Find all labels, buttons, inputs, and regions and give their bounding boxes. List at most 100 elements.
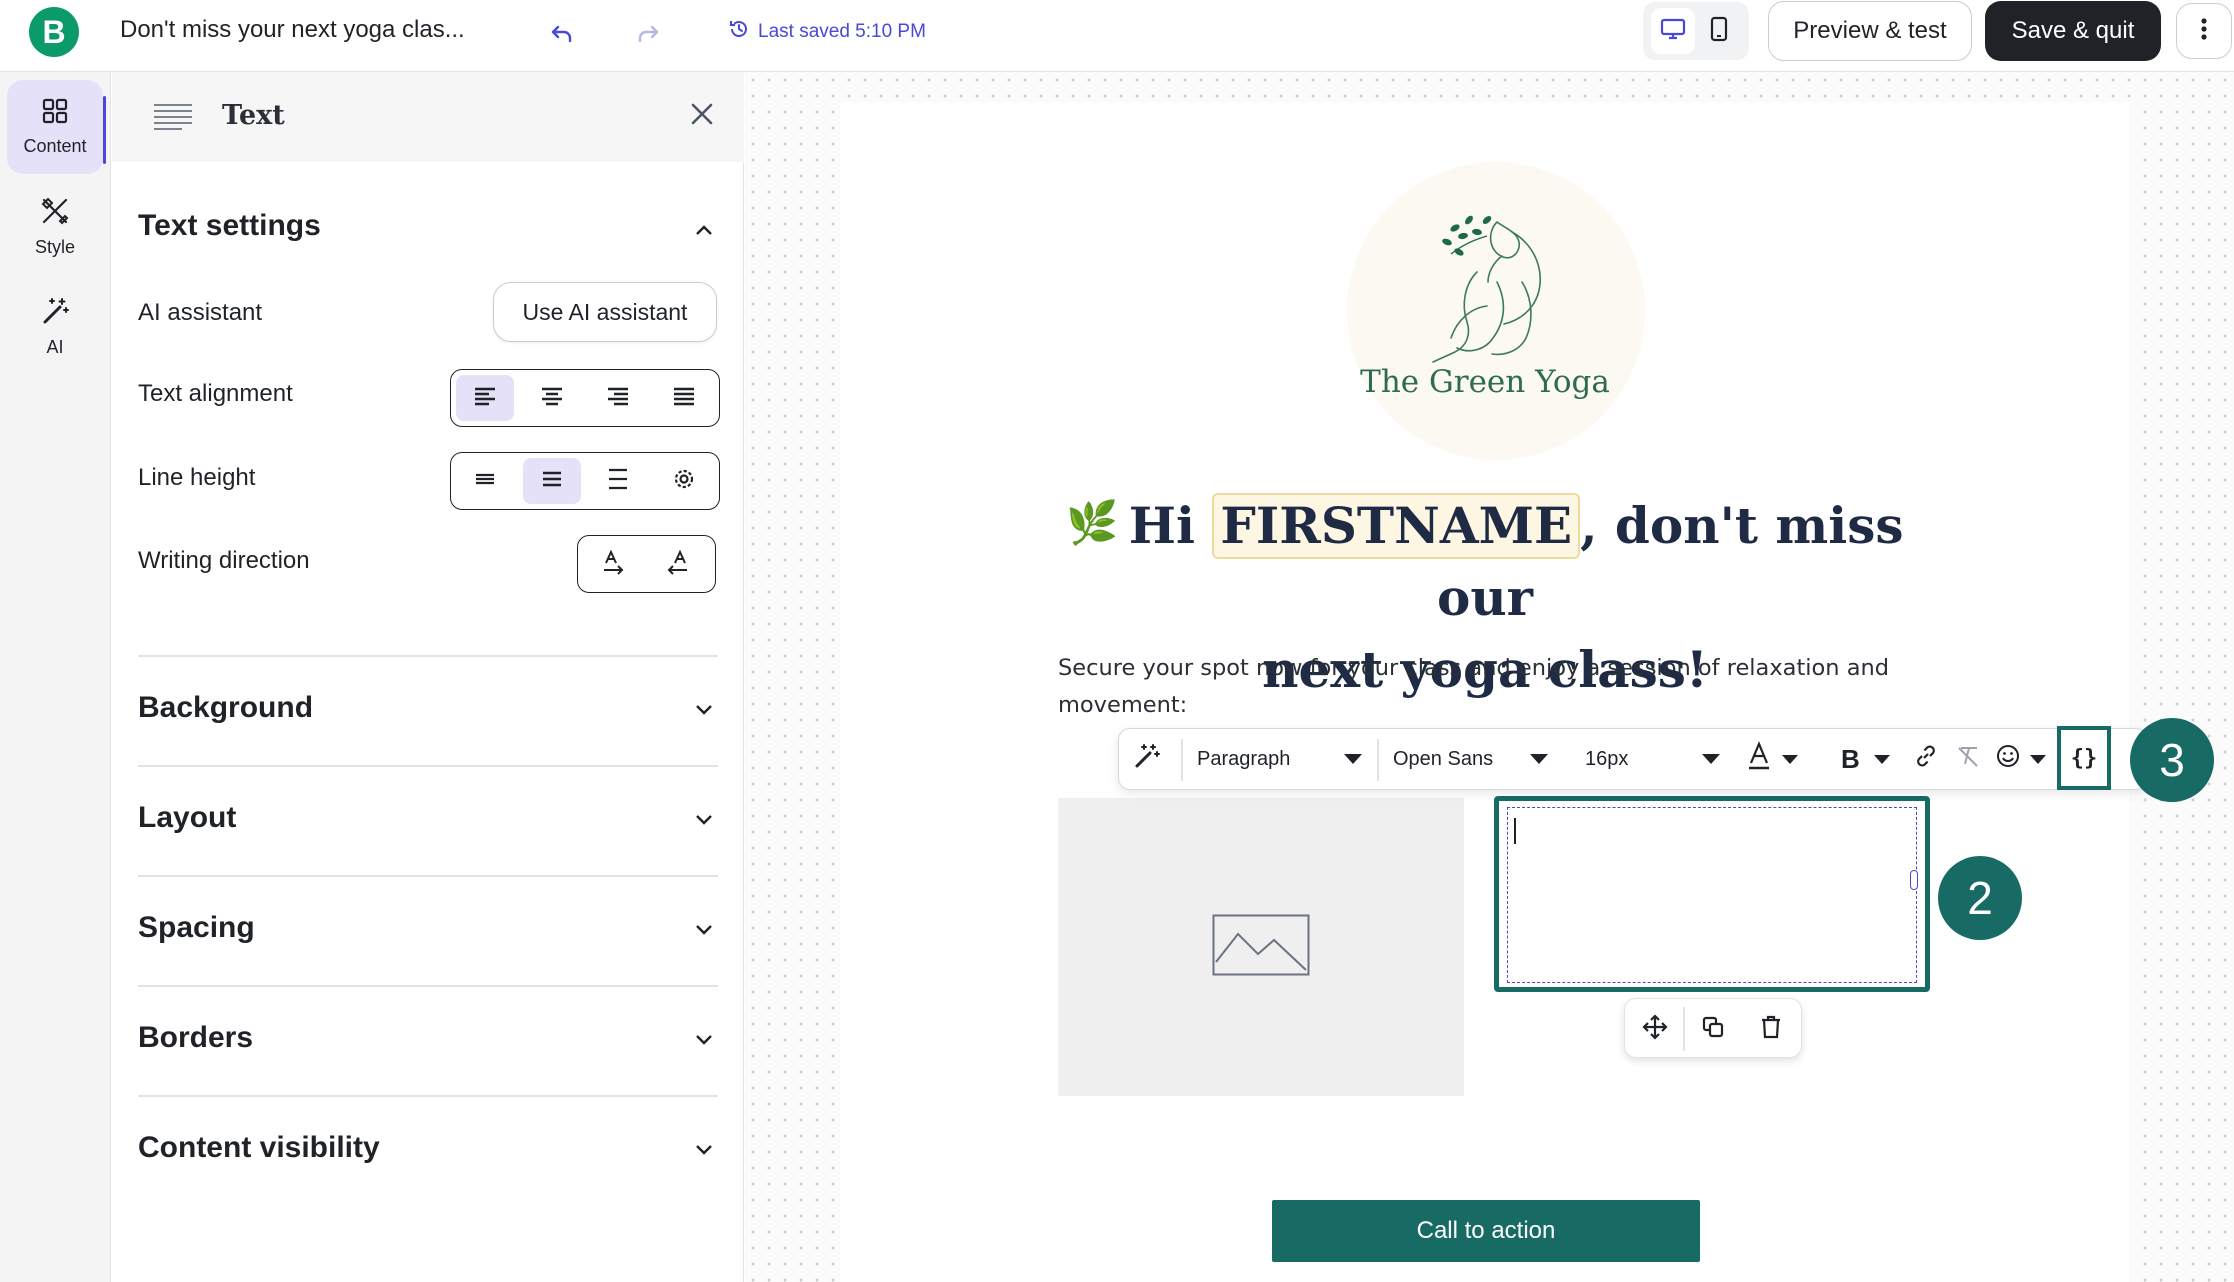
close-icon (690, 102, 714, 131)
duplicate-block-button[interactable] (1691, 1007, 1735, 1051)
history-icon (728, 18, 750, 46)
gear-icon (672, 467, 696, 496)
redo-icon[interactable] (630, 16, 666, 52)
rail-item-label: Content (23, 136, 87, 156)
rail-active-indicator (103, 96, 106, 164)
more-options-button[interactable] (2176, 3, 2232, 59)
text-direction-ltr-icon (600, 549, 626, 580)
section-content-visibility[interactable]: Content visibility (138, 1131, 380, 1165)
kebab-menu-icon (2201, 17, 2207, 46)
email-body: The Green Yoga 🌿 Hi FIRSTNAME, don't miss… (840, 102, 2214, 1282)
last-saved-status[interactable]: Last saved 5:10 PM (728, 18, 926, 46)
align-center-button[interactable] (523, 375, 581, 421)
selected-text-block[interactable] (1494, 796, 1930, 992)
call-to-action-button[interactable]: Call to action (1272, 1200, 1700, 1262)
caret-down-icon (1781, 748, 1799, 771)
section-background[interactable]: Background (138, 691, 313, 725)
magic-wand-icon (40, 296, 70, 331)
headline-greeting: Hi (1128, 496, 1195, 555)
delete-block-button[interactable] (1749, 1007, 1793, 1051)
line-height-loose-button[interactable] (589, 458, 647, 504)
section-spacing[interactable]: Spacing (138, 911, 255, 945)
align-center-icon (540, 386, 564, 411)
desktop-view-button[interactable] (1651, 8, 1695, 54)
align-right-button[interactable] (589, 375, 647, 421)
line-height-custom-button[interactable] (655, 458, 713, 504)
caret-down-icon (1873, 748, 1891, 771)
save-quit-button[interactable]: Save & quit (1985, 1, 2161, 61)
direction-ltr-button[interactable] (584, 541, 642, 587)
text-direction-rtl-icon (665, 549, 691, 580)
desktop-icon (1660, 17, 1686, 46)
chevron-up-icon[interactable] (692, 218, 716, 242)
direction-rtl-button[interactable] (649, 541, 707, 587)
move-block-button[interactable] (1633, 1007, 1677, 1051)
text-settings-title[interactable]: Text settings (138, 209, 321, 243)
annotation-badge-3: 3 (2130, 718, 2214, 802)
text-color-icon (1747, 741, 1771, 777)
yoga-figure-illustration (1432, 215, 1541, 363)
insert-merge-tag-button[interactable]: {} (2057, 726, 2111, 790)
rail-item-style[interactable]: Style (7, 180, 103, 274)
image-placeholder[interactable] (1058, 798, 1464, 1096)
text-alignment-label: Text alignment (138, 380, 293, 407)
line-height-loose-icon (606, 468, 630, 495)
font-family-select[interactable]: Open Sans (1393, 729, 1555, 789)
close-panel-button[interactable] (682, 96, 722, 136)
move-icon (1642, 1013, 1668, 1045)
text-alignment-control (450, 369, 720, 427)
preview-test-button[interactable]: Preview & test (1768, 1, 1972, 61)
editor-canvas: The Green Yoga 🌿 Hi FIRSTNAME, don't miss… (745, 72, 2234, 1282)
undo-icon[interactable] (544, 16, 580, 52)
line-height-compact-button[interactable] (456, 458, 514, 504)
line-height-normal-button[interactable] (523, 458, 581, 504)
caret-down-icon (1343, 748, 1363, 771)
panel-title: Text (222, 100, 285, 131)
section-borders[interactable]: Borders (138, 1021, 253, 1055)
chevron-down-icon[interactable] (692, 1028, 716, 1052)
clear-formatting-button[interactable] (1955, 729, 1981, 789)
magic-wand-icon (1133, 742, 1161, 776)
align-justify-icon (672, 386, 696, 411)
bold-icon: B (1841, 743, 1860, 774)
chevron-down-icon[interactable] (692, 1138, 716, 1162)
font-size-select[interactable]: 16px (1585, 729, 1725, 789)
email-body-text[interactable]: Secure your spot now for your class and … (1058, 650, 1918, 724)
align-left-icon (473, 386, 497, 411)
document-title[interactable]: Don't miss your next yoga clas... (120, 16, 465, 44)
resize-handle[interactable] (1910, 870, 1918, 890)
ai-rewrite-button[interactable] (1133, 729, 1161, 789)
use-ai-assistant-button[interactable]: Use AI assistant (493, 282, 717, 342)
block-type-select[interactable]: Paragraph (1197, 729, 1367, 789)
brush-icon (40, 196, 70, 231)
block-type-value: Paragraph (1197, 747, 1291, 770)
mobile-view-button[interactable] (1697, 8, 1741, 54)
brand-logo-image[interactable] (1347, 162, 1645, 460)
chevron-down-icon[interactable] (692, 918, 716, 942)
align-justify-button[interactable] (655, 375, 713, 421)
rail-item-ai[interactable]: AI (7, 280, 103, 374)
caret-down-icon (2029, 748, 2047, 771)
text-editable-area[interactable] (1507, 807, 1918, 983)
emoji-icon (1995, 743, 2021, 775)
brevo-logo[interactable]: B (29, 7, 79, 57)
rail-item-label: AI (46, 337, 64, 357)
settings-panel: Text Text settings AI assistant Use AI a… (112, 72, 744, 1282)
ai-assistant-label: AI assistant (138, 299, 263, 326)
writing-direction-label: Writing direction (138, 547, 310, 574)
link-button[interactable] (1913, 729, 1939, 789)
top-bar: B Don't miss your next yoga clas... Last… (0, 0, 2234, 72)
text-color-button[interactable] (1747, 729, 1803, 789)
firstname-merge-tag[interactable]: FIRSTNAME (1212, 493, 1581, 559)
align-left-button[interactable] (456, 375, 514, 421)
caret-down-icon (1529, 748, 1549, 771)
section-layout[interactable]: Layout (138, 801, 236, 835)
last-saved-text: Last saved 5:10 PM (758, 21, 926, 42)
rail-item-content[interactable]: Content (7, 80, 103, 174)
emoji-button[interactable] (1995, 729, 2051, 789)
bold-button[interactable]: B (1841, 729, 1897, 789)
chevron-down-icon[interactable] (692, 808, 716, 832)
caret-down-icon (1701, 748, 1721, 771)
toolbar-separator (1377, 739, 1379, 781)
chevron-down-icon[interactable] (692, 698, 716, 722)
